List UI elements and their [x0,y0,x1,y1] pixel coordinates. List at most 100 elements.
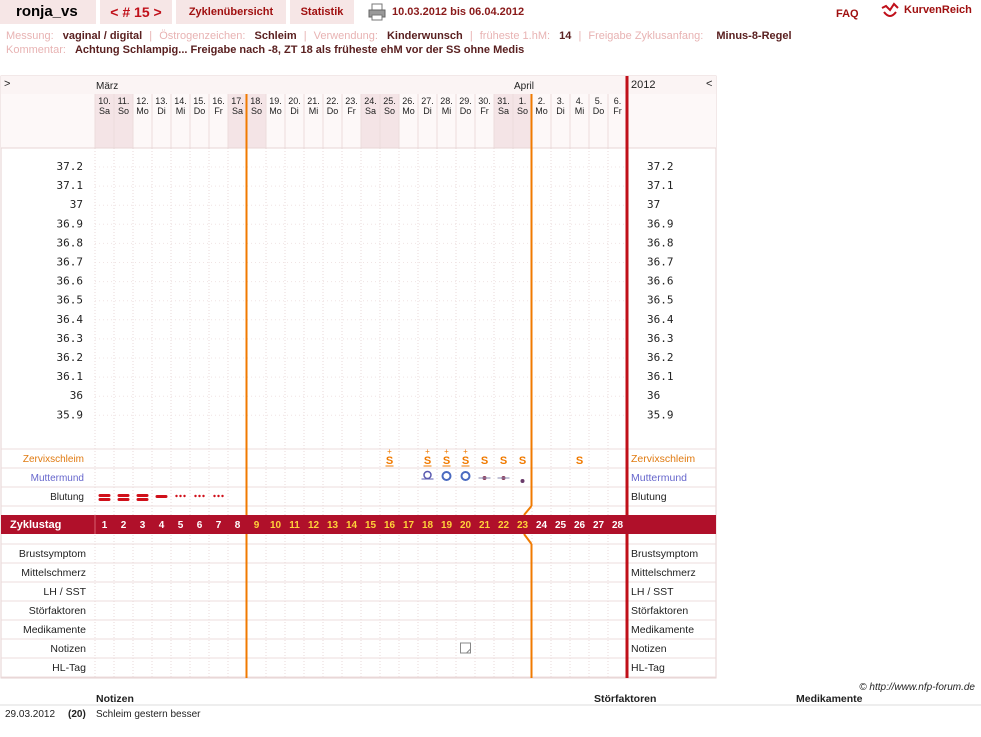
temperature-label-right: 35.9 [647,408,674,421]
weekday-label: Mo [402,106,415,116]
lower-row-label-right: Notizen [631,643,667,655]
temperature-label-right: 36.3 [647,332,674,345]
weekday-label: So [251,106,262,116]
day-label: 28. [440,96,453,106]
cycle-day-number: 6 [197,520,203,531]
cycle-day-number: 8 [235,520,241,531]
temperature-label-right: 36.9 [647,217,674,230]
weekday-label: Fr [214,106,223,116]
day-label: 26. [402,96,415,106]
weekday-label: So [118,106,129,116]
temperature-label-right: 37.2 [647,160,674,173]
bleeding-spotting-dot [194,494,197,498]
cycle-day-number: 28 [612,520,624,531]
day-label: 23. [345,96,358,106]
lower-row-label-right: LH / SST [631,586,674,598]
cycle-day-number: 22 [498,520,510,531]
chart-frame [0,75,717,679]
temperature-label-left: 37.2 [57,160,84,173]
cycle-day-bar [1,515,716,534]
temperature-label-left: 37.1 [57,179,84,192]
blutung-label-right: Blutung [631,491,667,503]
temperature-label-right: 36.8 [647,236,674,249]
weekday-label: So [384,106,395,116]
bleeding-spotting-dot [183,494,186,498]
cycle-day-number: 21 [479,520,491,531]
cycle-day-number: 12 [308,520,320,531]
temperature-label-left: 36.9 [57,217,84,230]
bleeding-strong-mark [98,494,111,497]
weekday-label: Do [327,106,339,116]
cycle-day-number: 7 [216,520,222,531]
weekday-label: Sa [498,106,509,116]
weekday-label: Sa [99,106,110,116]
cycle-day-number: 13 [327,520,339,531]
weekday-label: So [517,106,528,116]
cycle-day-number: 18 [422,520,434,531]
muttermund-label: Muttermund [31,473,84,484]
weekday-label: Fr [347,106,356,116]
temperature-label-left: 36.6 [57,275,84,288]
notes-header-stoerfaktoren: Störfaktoren [594,693,656,705]
note-date: 29.03.2012 [5,709,55,720]
zervixschleim-mark: S [443,455,450,467]
month-label: März [96,81,118,92]
day-label: 11. [118,96,130,106]
note-cycle-day: (20) [68,709,86,720]
zervixschleim-plus: + [463,447,468,456]
bleeding-strong-mark [136,494,149,497]
lower-row-label: Medikamente [23,624,86,636]
weekday-label: Mi [442,106,452,116]
weekday-label: Mi [575,106,585,116]
day-label: 19. [269,96,282,106]
cycle-chart: 37.2 37.237.1 37.137 3736.9 36.936.8 36.836.7… [0,75,981,720]
cycle-day-number: 9 [254,520,260,531]
temperature-label-left: 36.5 [57,294,84,307]
day-label: 25. [383,96,396,106]
day-label: 5. [595,96,603,106]
cycle-day-number: 11 [289,520,300,531]
lower-row-label: Störfaktoren [29,605,86,617]
day-label: 29. [459,96,472,106]
bleeding-spotting-dot [217,494,220,498]
lower-row-label-right: HL-Tag [631,662,665,674]
zervixschleim-mark: S [386,455,393,467]
bleeding-spotting-dot [213,494,216,498]
cycle-day-number: 4 [159,520,165,531]
cycle-day-number: 25 [555,520,567,531]
lower-row-label-right: Brustsymptom [631,548,698,560]
zervixschleim-plus: + [425,447,430,456]
zervixschleim-mark: S [424,455,431,467]
notes-header-medikamente: Medikamente [796,693,863,705]
cycle-day-number: 5 [178,520,184,531]
cycle-day-number: 19 [441,520,453,531]
weekday-label: Mo [136,106,149,116]
weekday-label: Di [290,106,299,116]
cycle-day-number: 16 [384,520,396,531]
note-icon[interactable] [460,642,471,654]
bleeding-spotting-dot [179,494,182,498]
blutung-label: Blutung [50,492,84,503]
zervixschleim-plus: + [387,447,392,456]
temperature-label-left: 36.2 [57,351,84,364]
cycle-day-number: 17 [403,520,415,531]
lower-row-label: Mittelschmerz [21,567,86,579]
weekday-label: Sa [232,106,243,116]
day-label: 21. [307,96,320,106]
day-label: 17. [231,96,244,106]
weekday-label: Mi [176,106,186,116]
weekday-label: Sa [365,106,376,116]
bleeding-strong-mark [136,498,149,501]
temperature-label-left: 35.9 [57,408,84,421]
weekday-label: Fr [480,106,489,116]
temperature-label-left: 37 [70,198,83,211]
temperature-label-left: 36 [70,389,83,402]
cycle-day-number: 2 [121,520,127,531]
bleeding-strong-mark [98,498,111,501]
nav-left-button: > [4,78,10,90]
temperature-label-right: 36.5 [647,294,674,307]
day-label: 24. [364,96,377,106]
cycle-day-label: Zyklustag [10,519,61,531]
nav-right-button: < [706,78,712,90]
day-label: 30. [478,96,491,106]
